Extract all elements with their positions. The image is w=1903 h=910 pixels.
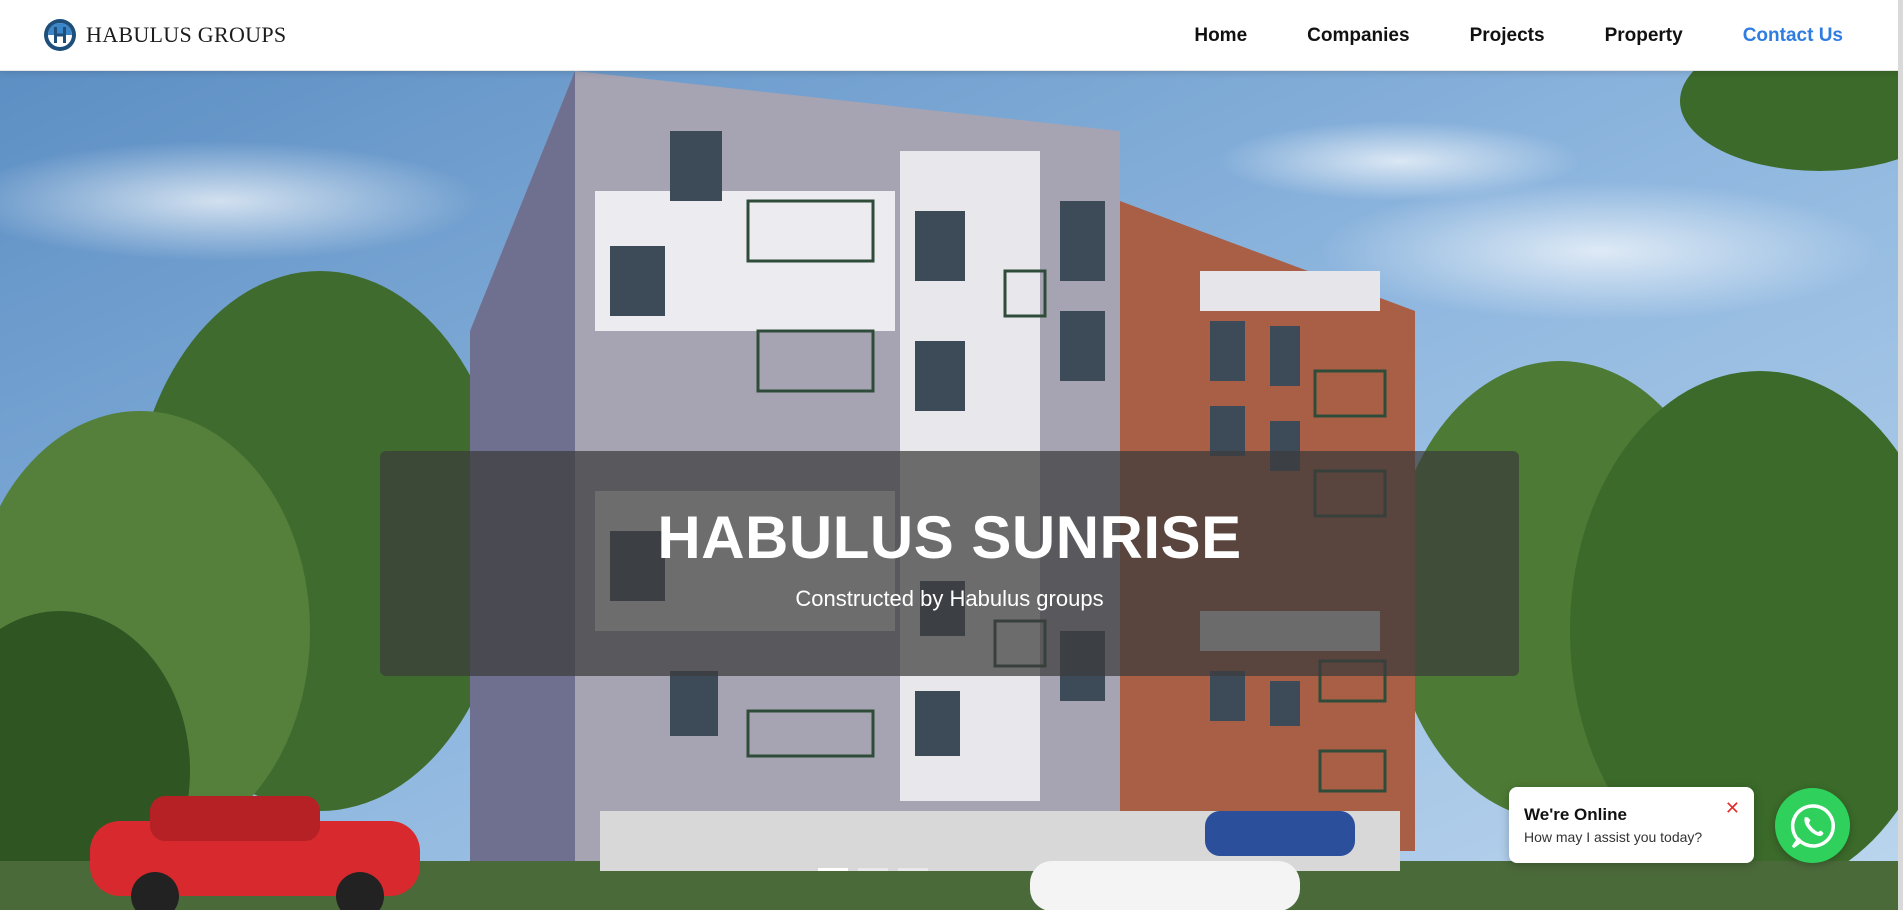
chat-popup[interactable]: We're Online How may I assist you today?… bbox=[1509, 787, 1754, 863]
hero-caption: HABULUS SUNRISE Constructed by Habulus g… bbox=[380, 451, 1519, 676]
whatsapp-button[interactable] bbox=[1775, 788, 1850, 863]
hero-title: HABULUS SUNRISE bbox=[657, 504, 1242, 571]
brand[interactable]: HABULUS GROUPS bbox=[42, 16, 286, 54]
habulus-logo-icon bbox=[44, 19, 76, 51]
chat-message: How may I assist you today? bbox=[1524, 829, 1703, 845]
brand-name: HABULUS GROUPS bbox=[86, 22, 287, 47]
close-icon[interactable]: ✕ bbox=[1725, 799, 1740, 817]
nav-contact-us[interactable]: Contact Us bbox=[1743, 25, 1843, 47]
chat-title: We're Online bbox=[1524, 805, 1627, 824]
carousel-indicator-1[interactable] bbox=[818, 868, 848, 871]
whatsapp-icon bbox=[1790, 803, 1835, 848]
main-nav: Home Companies Projects Property Contact… bbox=[1194, 0, 1843, 71]
carousel-indicator-2[interactable] bbox=[858, 868, 888, 871]
nav-property[interactable]: Property bbox=[1605, 25, 1683, 47]
nav-companies[interactable]: Companies bbox=[1307, 25, 1409, 47]
carousel-indicators bbox=[818, 868, 928, 871]
top-navbar: HABULUS GROUPS Home Companies Projects P… bbox=[0, 0, 1903, 71]
page-scrollbar[interactable] bbox=[1898, 0, 1903, 910]
hero-subtitle: Constructed by Habulus groups bbox=[795, 586, 1104, 611]
carousel-indicator-3[interactable] bbox=[898, 868, 928, 871]
nav-home[interactable]: Home bbox=[1194, 25, 1247, 47]
nav-projects[interactable]: Projects bbox=[1470, 25, 1545, 47]
hero-carousel: HABULUS SUNRISE Constructed by Habulus g… bbox=[0, 71, 1898, 910]
